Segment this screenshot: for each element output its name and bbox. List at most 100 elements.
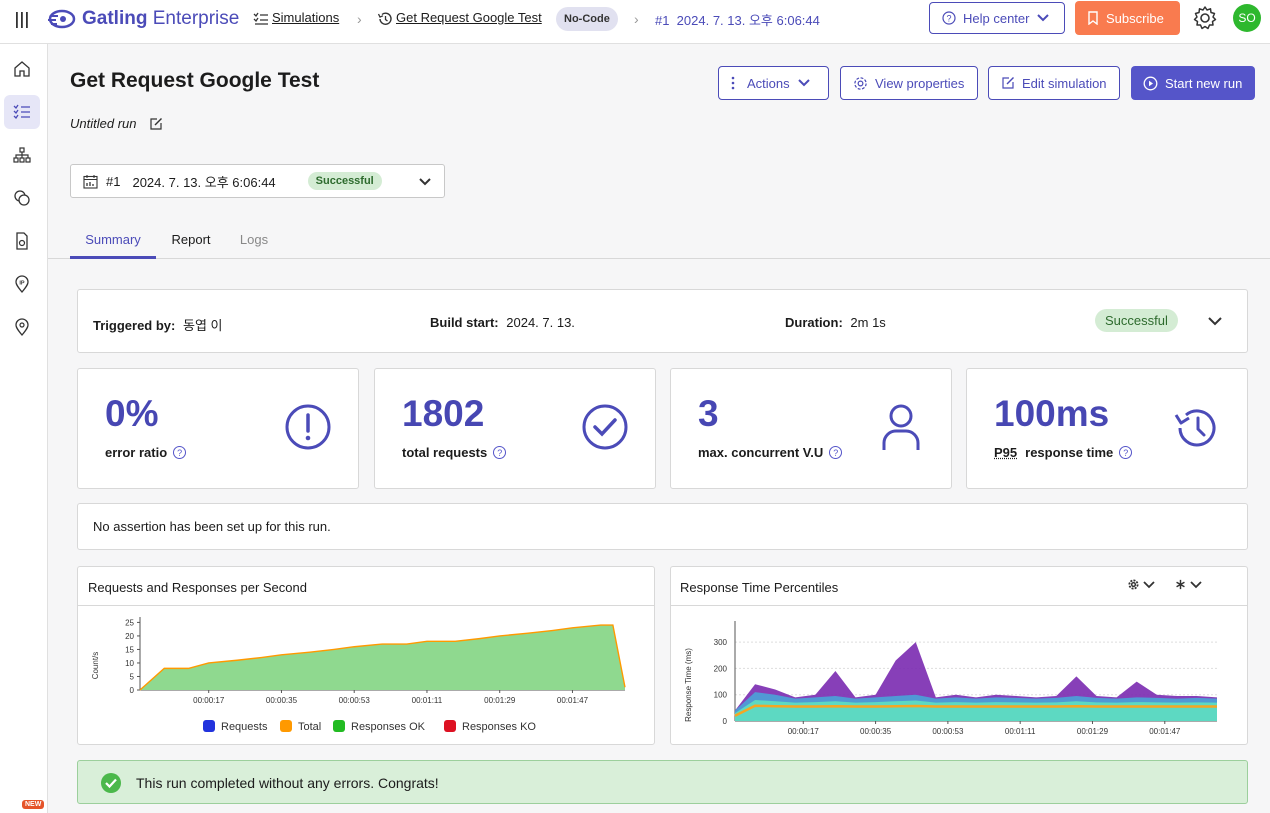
y-axis-label: Response Time (ms) xyxy=(684,648,693,722)
gear-icon xyxy=(854,76,867,90)
logo[interactable]: Gatling Enterprise xyxy=(48,8,239,30)
location-icon xyxy=(15,318,29,336)
y-tick-label: 0 xyxy=(130,686,135,695)
legend-swatch xyxy=(280,720,292,732)
chart-header: Requests and Responses per Second xyxy=(78,567,654,606)
check-circle-icon xyxy=(101,773,121,793)
start-new-run-button[interactable]: Start new run xyxy=(1131,66,1255,100)
assertion-card: No assertion has been set up for this ru… xyxy=(77,503,1248,550)
avatar-initials: SO xyxy=(1238,11,1256,25)
start-new-run-label: Start new run xyxy=(1165,75,1243,91)
help-center-button[interactable]: ? Help center xyxy=(929,2,1065,34)
sidebar-item-hierarchy[interactable] xyxy=(4,138,40,172)
sidebar-item-ip[interactable]: IP xyxy=(4,267,40,301)
run-select-datetime: 2024. 7. 13. 오후 6:06:44 xyxy=(132,174,276,190)
kpi-label: P95 response time? xyxy=(994,445,1133,460)
breadcrumb-simulations[interactable]: Simulations xyxy=(272,10,339,25)
help-icon[interactable]: ? xyxy=(173,446,187,459)
x-tick-label: 00:01:47 xyxy=(1149,727,1181,736)
sidebar-item-locations[interactable] xyxy=(4,310,40,344)
triggered-by-label: Triggered by: xyxy=(93,318,176,333)
y-tick-label: 25 xyxy=(125,618,134,627)
run-name: Untitled run xyxy=(70,116,163,131)
actions-button[interactable]: Actions xyxy=(718,66,829,100)
requests-chart[interactable]: 0 5 10 15 20 25 00:00:17 00:00:35 00:00:53 00:01:… xyxy=(78,607,654,745)
tab-summary[interactable]: Summary xyxy=(70,224,156,259)
breadcrumb-run[interactable]: #1 2024. 7. 13. 오후 6:06:44 xyxy=(655,10,820,29)
x-tick-label: 00:00:17 xyxy=(193,696,225,705)
x-tick-label: 00:01:11 xyxy=(412,696,443,705)
asterisk-icon xyxy=(1176,579,1185,590)
kpi-label: total requests? xyxy=(402,445,507,460)
y-axis-label: Count/s xyxy=(91,652,100,680)
home-icon xyxy=(14,61,30,77)
x-tick-label: 00:01:11 xyxy=(1005,727,1036,736)
requests-chart-card: Requests and Responses per Second 0 5 10 15… xyxy=(77,566,655,745)
alert-circle-icon xyxy=(285,404,331,450)
chart-settings-dropdown[interactable] xyxy=(1128,579,1156,590)
run-select[interactable]: #1 2024. 7. 13. 오후 6:06:44 Successful xyxy=(70,164,445,198)
sidebar-item-home[interactable] xyxy=(4,52,40,86)
sidebar-item-documents[interactable] xyxy=(4,224,40,258)
ip-icon: IP xyxy=(15,275,29,293)
actions-label: Actions xyxy=(747,75,790,91)
y-tick-label: 200 xyxy=(714,664,728,673)
new-badge: NEW xyxy=(22,800,45,809)
chart-series-dropdown[interactable] xyxy=(1175,579,1203,590)
chevron-down-icon xyxy=(1143,580,1155,588)
edit-icon[interactable] xyxy=(149,117,163,131)
response-time-chart[interactable]: 0 100 200 300 00:00:17 00:00:35 00:00:53 00:01:… xyxy=(671,607,1247,745)
build-start-value: 2024. 7. 13. xyxy=(506,315,575,330)
help-icon[interactable]: ? xyxy=(493,446,507,459)
help-icon[interactable]: ? xyxy=(1119,446,1133,459)
chevron-down-icon[interactable] xyxy=(1207,316,1223,328)
x-tick-label: 00:01:47 xyxy=(557,696,589,705)
duration-value: 2m 1s xyxy=(850,315,886,330)
build-start-label: Build start: xyxy=(430,315,499,330)
page-title: Get Request Google Test xyxy=(70,69,320,92)
edit-simulation-button[interactable]: Edit simulation xyxy=(988,66,1120,100)
hierarchy-icon xyxy=(13,147,31,163)
view-properties-button[interactable]: View properties xyxy=(840,66,978,100)
kpi-card-total-requests: 1802 total requests? xyxy=(374,368,656,489)
response-time-chart-card: Response Time Percentiles 0 100 200 300 00:0… xyxy=(670,566,1248,745)
logo-text: Enterprise xyxy=(152,8,240,29)
help-icon[interactable]: ? xyxy=(829,446,843,459)
y-tick-label: 10 xyxy=(125,659,134,668)
x-tick-label: 00:00:53 xyxy=(932,727,964,736)
sidebar-item-coins[interactable] xyxy=(4,181,40,215)
menu-icon[interactable] xyxy=(14,11,30,32)
breadcrumb-separator-icon: › xyxy=(634,11,639,27)
play-circle-icon xyxy=(1143,76,1158,90)
tab-logs[interactable]: Logs xyxy=(230,224,278,259)
y-tick-label: 20 xyxy=(125,632,134,641)
avatar[interactable]: SO xyxy=(1233,4,1261,32)
edit-simulation-label: Edit simulation xyxy=(1022,75,1107,91)
user-icon xyxy=(882,404,920,450)
gear-icon[interactable] xyxy=(1192,5,1218,34)
y-tick-label: 100 xyxy=(714,691,728,700)
history-icon xyxy=(1174,409,1216,447)
sidebar-item-simulations[interactable] xyxy=(4,95,40,129)
x-tick-label: 00:00:53 xyxy=(339,696,371,705)
build-start: Build start: 2024. 7. 13. xyxy=(430,315,575,330)
y-tick-label: 15 xyxy=(125,645,134,654)
legend-label: Total xyxy=(298,721,321,733)
check-circle-icon xyxy=(582,404,628,450)
subscribe-button[interactable]: Subscribe xyxy=(1075,1,1180,35)
chevron-down-icon xyxy=(1037,14,1050,22)
view-properties-label: View properties xyxy=(875,75,965,91)
chevron-down-icon xyxy=(797,79,810,87)
tab-report[interactable]: Report xyxy=(160,224,222,259)
document-icon xyxy=(16,232,28,250)
logo-text-bold: Gatling xyxy=(82,8,148,29)
run-select-id: #1 xyxy=(106,173,121,189)
duration: Duration: 2m 1s xyxy=(785,315,886,330)
breadcrumb-simulation[interactable]: Get Request Google Test xyxy=(396,10,542,25)
coins-icon xyxy=(14,190,30,206)
tab-summary-label: Summary xyxy=(85,232,141,247)
edit-icon xyxy=(1002,77,1014,89)
series-p95 xyxy=(735,699,1217,721)
x-tick-label: 00:01:29 xyxy=(1077,727,1109,736)
chevron-down-icon xyxy=(1190,580,1202,588)
